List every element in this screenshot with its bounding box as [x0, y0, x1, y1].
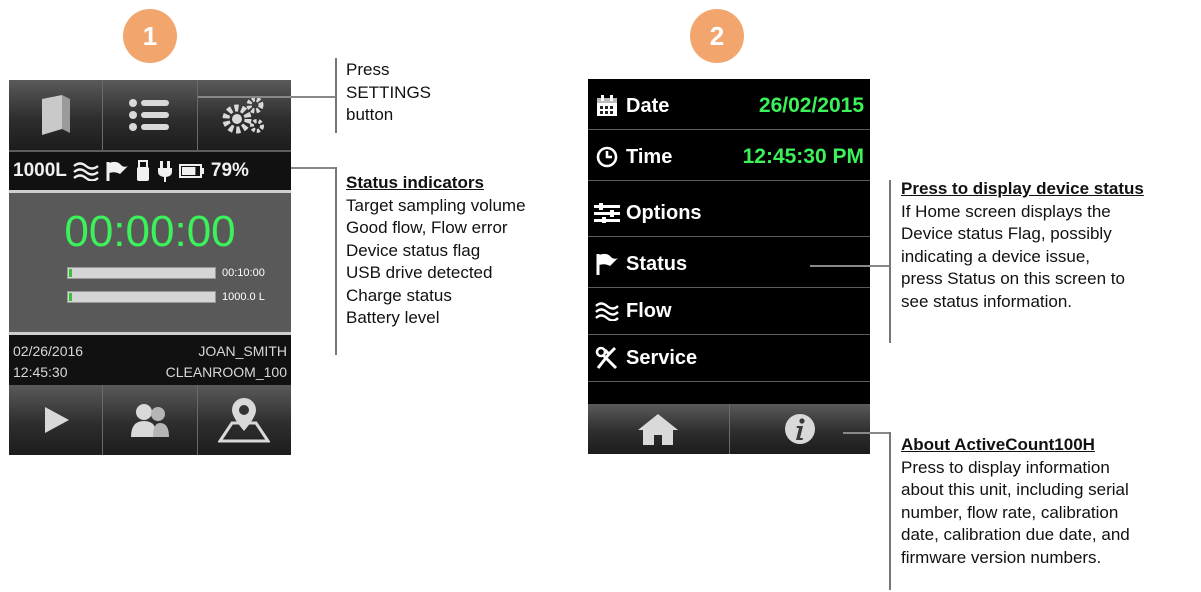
location-icon	[218, 398, 271, 443]
about-heading: About ActiveCount100H	[901, 435, 1095, 454]
gears-button[interactable]	[197, 80, 291, 150]
flag-icon	[105, 160, 129, 182]
settings-note-line: button	[346, 105, 394, 124]
list-icon	[128, 99, 169, 131]
users-icon	[130, 404, 169, 437]
menu-label-status: Status	[626, 252, 688, 275]
device-status-line: see status information.	[901, 291, 1073, 311]
time-value: 12:45:30 PM	[742, 145, 864, 168]
session-info: 02/26/2016 JOAN_SMITH 12:45:30 CLEANROOM…	[9, 332, 291, 385]
volume-progress-label: 1000.0 L	[222, 291, 265, 303]
play-icon	[44, 407, 69, 433]
about-line: about this unit, including serial	[901, 480, 1129, 499]
settings-bracket	[335, 58, 337, 133]
info-icon	[784, 414, 815, 444]
status-indicator-line: Good flow, Flow error	[346, 218, 508, 237]
menu-item-flow[interactable]: Flow	[588, 288, 870, 335]
status-indicator-line: Device status flag	[346, 240, 481, 260]
flag-icon	[588, 252, 626, 276]
device-status-heading: Press to display device status	[901, 179, 1144, 198]
home-icon	[638, 414, 679, 445]
menu-label-flow: Flow	[626, 299, 672, 322]
flow-icon	[73, 161, 99, 181]
users-button[interactable]	[103, 385, 198, 455]
battery-icon	[178, 163, 205, 179]
status-indicators-note: Status indicators Target sampling volume…	[346, 172, 526, 330]
top-toolbar	[9, 80, 291, 150]
time-progress-label: 00:10:00	[222, 267, 265, 279]
status-leader-line	[291, 167, 335, 169]
about-line: Press to display information	[901, 457, 1110, 477]
status-indicator-line: Charge status	[346, 285, 452, 305]
session-location: CLEANROOM_100	[165, 364, 287, 380]
bottom-toolbar	[9, 385, 291, 455]
status-bar: 1000L 79%	[9, 152, 291, 193]
flow-icon	[588, 301, 626, 321]
home-button[interactable]	[588, 404, 730, 454]
tools-icon	[588, 346, 626, 370]
menu-label-date: Date	[626, 94, 670, 117]
session-time: 12:45:30	[13, 364, 68, 380]
settings-bottom-toolbar	[588, 404, 870, 454]
status-bracket	[335, 167, 337, 355]
about-line: firmware version numbers.	[901, 547, 1102, 567]
target-volume: 1000L	[13, 160, 67, 181]
date-value: 26/02/2015	[758, 94, 864, 117]
session-user: JOAN_SMITH	[198, 343, 287, 359]
session-date: 02/26/2016	[13, 343, 84, 359]
device-status-line: Device status Flag, possibly	[901, 224, 1112, 243]
status-indicators-heading: Status indicators	[346, 173, 484, 192]
usb-icon	[135, 160, 151, 182]
menu-label-service: Service	[626, 346, 698, 369]
start-button[interactable]	[9, 385, 104, 455]
menu-item-options[interactable]: Options	[588, 190, 870, 237]
menu-item-time[interactable]: Time 12:45:30 PM	[588, 134, 870, 181]
device-status-note: Press to display device status If Home s…	[901, 178, 1144, 313]
time-progress-bar	[67, 267, 216, 279]
about-leader-line	[843, 432, 889, 434]
clock-icon	[588, 146, 626, 168]
status-indicator-line: Target sampling volume	[346, 195, 526, 215]
book-icon	[41, 95, 70, 135]
book-button[interactable]	[9, 80, 104, 150]
battery-percent: 79%	[210, 160, 249, 181]
about-line: date, calibration due date, and	[901, 525, 1130, 544]
settings-leader-line	[198, 96, 335, 98]
calendar-icon	[588, 95, 626, 117]
about-line: number, flow rate, calibration	[901, 502, 1119, 522]
status-indicator-line: Battery level	[346, 308, 440, 327]
device-status-bracket	[889, 180, 891, 343]
device-status-leader-line	[810, 265, 889, 267]
gears-icon	[222, 96, 265, 134]
settings-note-line: SETTINGS	[346, 82, 432, 102]
about-button[interactable]	[729, 404, 870, 454]
home-screen: 1000L 79% 00:00:00 00:10:00 1000.0 L 02/…	[9, 80, 291, 455]
device-status-line: press Status on this screen to	[901, 269, 1125, 288]
step-1-badge: 1	[123, 9, 177, 63]
sample-timer: 00:00:00	[64, 207, 236, 256]
menu-item-service[interactable]: Service	[588, 335, 870, 382]
menu-label-options: Options	[626, 201, 702, 224]
settings-button[interactable]	[103, 80, 198, 150]
device-status-line: If Home screen displays the	[901, 201, 1111, 221]
about-note: About ActiveCount100H Press to display i…	[901, 434, 1130, 569]
device-status-line: indicating a device issue,	[901, 246, 1091, 266]
location-button[interactable]	[197, 385, 291, 455]
status-indicator-line: USB drive detected	[346, 263, 493, 282]
menu-item-date[interactable]: Date 26/02/2015	[588, 83, 870, 130]
plug-icon	[157, 160, 173, 182]
step-2-badge: 2	[690, 9, 744, 63]
about-bracket	[889, 432, 891, 590]
sliders-icon	[588, 203, 626, 223]
volume-progress-bar	[67, 291, 216, 303]
settings-note-line: Press	[346, 60, 390, 79]
run-panel: 00:00:00 00:10:00 1000.0 L	[9, 193, 291, 330]
menu-label-time: Time	[626, 145, 673, 168]
settings-note: Press SETTINGS button	[346, 59, 431, 127]
